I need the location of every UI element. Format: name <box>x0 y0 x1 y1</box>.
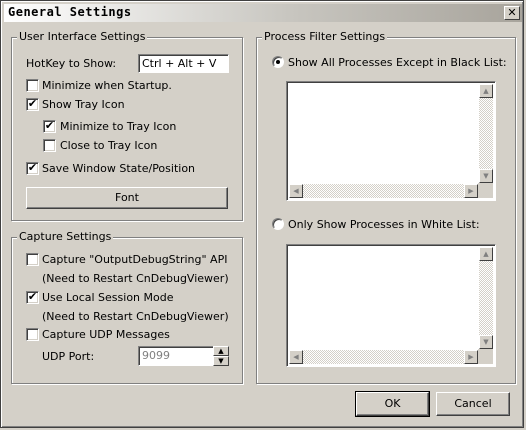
capture-udp-checkbox[interactable] <box>26 328 39 341</box>
spin-up-icon[interactable]: ▲ <box>213 346 229 356</box>
scroll-down-icon[interactable]: ▼ <box>479 335 493 349</box>
scroll-right-icon[interactable]: ▶ <box>464 350 478 364</box>
scroll-down-icon[interactable]: ▼ <box>479 169 493 183</box>
scroll-up-icon[interactable]: ▲ <box>479 84 493 98</box>
cancel-button[interactable]: Cancel <box>436 392 510 416</box>
ods-restart-note: (Need to Restart CnDebugViewer) <box>42 272 229 285</box>
font-button-label: Font <box>115 191 139 204</box>
black-list-vscroll[interactable]: ▲ ▼ <box>479 84 493 183</box>
font-button[interactable]: Font <box>26 187 228 209</box>
spin-down-icon[interactable]: ▼ <box>213 356 229 366</box>
session-restart-note: (Need to Restart CnDebugViewer) <box>42 310 229 323</box>
white-list-hscroll[interactable]: ◀ ▶ <box>289 350 478 364</box>
black-list-hscroll[interactable]: ◀ ▶ <box>289 184 478 198</box>
hotkey-field[interactable]: Ctrl + Alt + V <box>138 54 229 73</box>
black-list-radio[interactable] <box>272 56 284 68</box>
ok-button-label: OK <box>384 397 401 410</box>
process-filter-legend: Process Filter Settings <box>262 30 388 43</box>
scroll-left-icon[interactable]: ◀ <box>289 184 303 198</box>
white-list-vscroll[interactable]: ▲ ▼ <box>479 247 493 349</box>
capture-ods-label[interactable]: Capture "OutputDebugString" API <box>42 253 227 266</box>
white-list-radio[interactable] <box>272 218 284 230</box>
local-session-label[interactable]: Use Local Session Mode <box>42 291 174 304</box>
black-list-box[interactable]: ▲ ▼ ◀ ▶ <box>286 81 496 201</box>
local-session-checkbox[interactable]: ✔ <box>26 291 39 304</box>
black-list-label[interactable]: Show All Processes Except in Black List: <box>288 56 507 69</box>
close-button[interactable]: ✕ <box>504 6 520 20</box>
show-tray-checkbox[interactable]: ✔ <box>26 98 39 111</box>
ok-button[interactable]: OK <box>355 391 430 417</box>
white-list-box[interactable]: ▲ ▼ ◀ ▶ <box>286 244 496 367</box>
minimize-startup-checkbox[interactable] <box>26 79 39 92</box>
white-list-label[interactable]: Only Show Processes in White List: <box>288 218 480 231</box>
udp-port-label: UDP Port: <box>42 350 95 363</box>
save-state-checkbox[interactable]: ✔ <box>26 162 39 175</box>
radio-selected-dot <box>276 60 280 64</box>
udp-port-spinner[interactable]: ▲ ▼ <box>213 346 229 366</box>
capture-ods-checkbox[interactable] <box>26 253 39 266</box>
scroll-corner <box>478 349 493 364</box>
scroll-left-icon[interactable]: ◀ <box>289 350 303 364</box>
hotkey-label: HotKey to Show: <box>26 57 117 70</box>
window-title: General Settings <box>8 5 132 19</box>
close-tray-checkbox[interactable] <box>43 139 56 152</box>
save-state-label[interactable]: Save Window State/Position <box>42 162 195 175</box>
capture-udp-label[interactable]: Capture UDP Messages <box>42 328 170 341</box>
minimize-tray-label[interactable]: Minimize to Tray Icon <box>60 120 176 133</box>
scroll-right-icon[interactable]: ▶ <box>464 184 478 198</box>
title-bar: General Settings ✕ <box>4 4 522 22</box>
show-tray-label[interactable]: Show Tray Icon <box>42 98 125 111</box>
minimize-startup-label[interactable]: Minimize when Startup. <box>42 79 172 92</box>
close-tray-label[interactable]: Close to Tray Icon <box>60 139 157 152</box>
scroll-corner <box>478 183 493 198</box>
udp-port-field[interactable]: 9099 <box>138 346 214 366</box>
cancel-button-label: Cancel <box>454 397 492 410</box>
scroll-up-icon[interactable]: ▲ <box>479 247 493 261</box>
ui-settings-legend: User Interface Settings <box>17 30 148 43</box>
minimize-tray-checkbox[interactable]: ✔ <box>43 120 56 133</box>
capture-settings-legend: Capture Settings <box>17 230 114 243</box>
